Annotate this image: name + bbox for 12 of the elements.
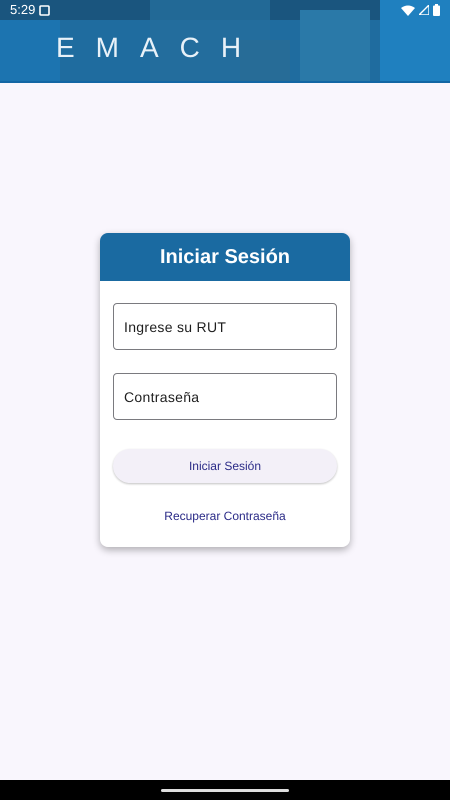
home-indicator[interactable]: [161, 788, 289, 792]
notification-icon: [39, 4, 50, 16]
recover-password-link[interactable]: Recuperar Contraseña: [164, 507, 286, 525]
wifi-icon: [401, 4, 415, 16]
battery-icon: [433, 4, 440, 16]
clock: 5:29: [10, 1, 36, 20]
logo: EMACH: [56, 34, 262, 62]
login-button[interactable]: Iniciar Sesión: [113, 449, 337, 483]
card-title: Iniciar Sesión: [100, 233, 350, 281]
signal-icon: [419, 5, 429, 15]
password-field[interactable]: Contraseña: [113, 373, 337, 420]
rut-field[interactable]: Ingrese su RUT: [113, 303, 337, 350]
